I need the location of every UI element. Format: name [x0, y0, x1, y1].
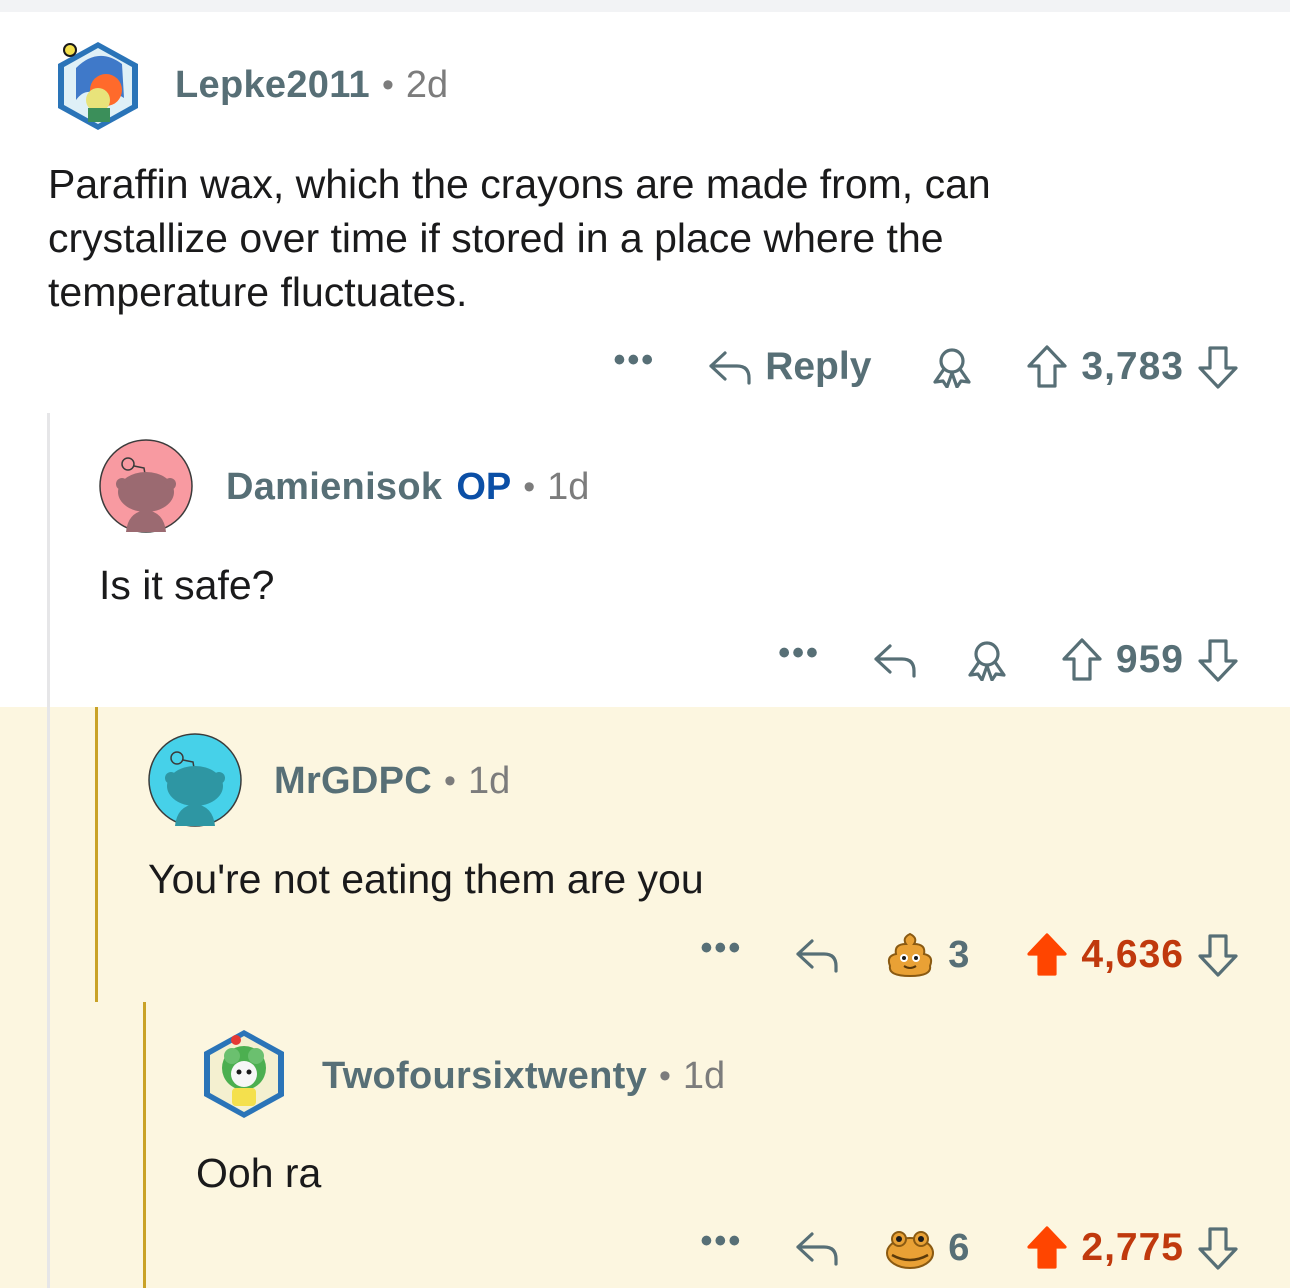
award-count: 6 — [948, 1226, 970, 1269]
downvote-icon[interactable] — [1196, 1225, 1240, 1271]
user-avatar[interactable] — [50, 38, 146, 134]
comment-body: Is it safe? — [99, 562, 275, 608]
thread-line[interactable] — [47, 413, 50, 1288]
comment-age: 1d — [682, 1054, 726, 1097]
comment-body: Paraffin wax, which the crayons are made… — [48, 161, 991, 315]
reply-button[interactable] — [794, 1228, 840, 1268]
separator-dot: • — [381, 65, 394, 104]
thread-line[interactable] — [95, 707, 98, 1002]
username[interactable]: Lepke2011 — [175, 64, 370, 107]
reply-label: Reply — [765, 345, 872, 388]
more-icon: ••• — [778, 633, 820, 672]
upvote-icon[interactable] — [1025, 1225, 1069, 1271]
vote-controls: 2,775 — [1025, 1225, 1240, 1271]
downvote-icon[interactable] — [1196, 344, 1240, 390]
vote-controls: 3,783 — [1025, 344, 1240, 390]
thread-line[interactable] — [143, 1002, 146, 1288]
award-icon — [933, 348, 971, 388]
score: 959 — [1115, 638, 1184, 681]
reply-button[interactable] — [794, 935, 840, 975]
score: 2,775 — [1081, 1226, 1184, 1269]
more-button[interactable]: ••• — [701, 929, 743, 968]
more-button[interactable]: ••• — [701, 1222, 743, 1261]
user-avatar[interactable] — [196, 1026, 292, 1122]
user-avatar[interactable] — [147, 732, 243, 828]
comment-actions: ••• 959 — [740, 630, 1240, 690]
score: 4,636 — [1081, 933, 1184, 976]
reply-icon — [796, 1232, 838, 1266]
op-badge: OP — [456, 465, 512, 508]
comment-age: 1d — [467, 759, 511, 802]
reply-button[interactable] — [872, 640, 918, 680]
more-icon: ••• — [613, 340, 656, 379]
separator-dot: • — [523, 467, 536, 506]
reply-button[interactable]: Reply — [707, 345, 871, 389]
reply-icon — [709, 351, 751, 385]
username[interactable]: Twofoursixtwenty — [322, 1055, 647, 1098]
comment-age: 1d — [547, 465, 590, 508]
comment-age: 2d — [405, 63, 449, 106]
score: 3,783 — [1081, 345, 1184, 388]
more-icon: ••• — [700, 1221, 743, 1260]
username[interactable]: MrGDPC — [274, 760, 432, 803]
reply-icon — [874, 644, 916, 678]
upvote-icon[interactable] — [1025, 932, 1069, 978]
comment-actions: ••• 6 2,775 — [663, 1218, 1240, 1278]
vote-controls: 959 — [1060, 637, 1240, 683]
comment-actions: ••• Reply 3,783 — [575, 337, 1240, 397]
comment-body: You're not eating them are you — [148, 856, 704, 902]
downvote-icon[interactable] — [1196, 637, 1240, 683]
comment-body: Ooh ra — [196, 1150, 322, 1196]
user-avatar[interactable] — [98, 438, 194, 534]
upvote-icon[interactable] — [1025, 344, 1069, 390]
award-button[interactable]: 3 — [884, 930, 969, 980]
toad-award-icon — [886, 1231, 935, 1269]
more-icon: ••• — [700, 928, 743, 967]
downvote-icon[interactable] — [1196, 932, 1240, 978]
more-button[interactable]: ••• — [613, 341, 655, 380]
reply-icon — [796, 939, 838, 973]
comment-actions: ••• 3 4,636 — [663, 925, 1240, 985]
more-button[interactable]: ••• — [778, 634, 820, 673]
username[interactable]: Damienisok — [226, 466, 442, 509]
award-count: 3 — [948, 933, 970, 976]
vote-controls: 4,636 — [1025, 932, 1240, 978]
separator-dot: • — [659, 1056, 671, 1095]
award-button[interactable] — [929, 346, 975, 388]
poop-award-icon — [888, 932, 933, 978]
top-divider — [0, 0, 1290, 12]
award-button[interactable] — [964, 639, 1010, 681]
upvote-icon[interactable] — [1060, 637, 1104, 683]
separator-dot: • — [444, 761, 456, 800]
award-button[interactable]: 6 — [884, 1225, 969, 1271]
award-icon — [968, 641, 1006, 681]
